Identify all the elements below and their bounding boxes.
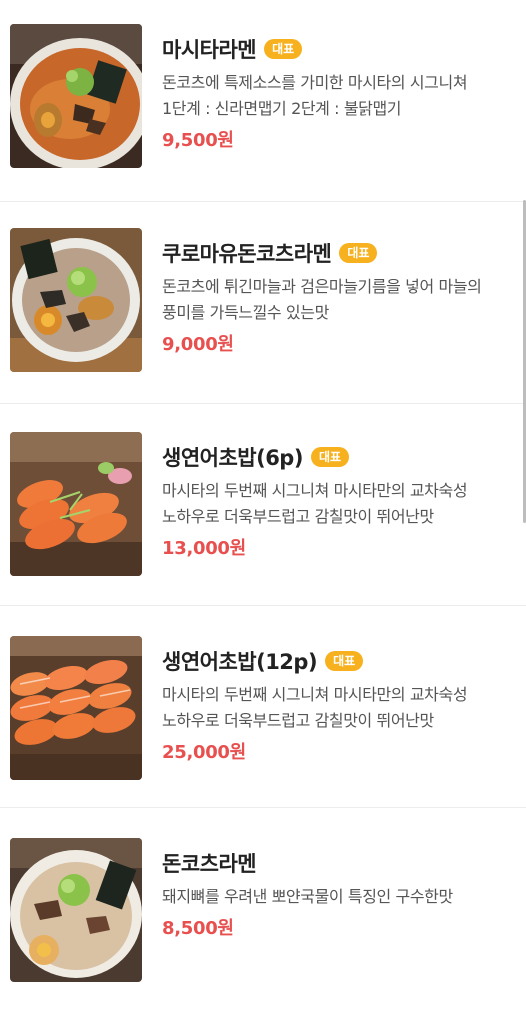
name-row: 돈코츠라멘 (162, 848, 496, 878)
name-row: 쿠로마유돈코츠라멘 대표 (162, 238, 496, 268)
menu-price: 25,000원 (162, 742, 246, 763)
menu-item[interactable]: 마시타라멘 대표 돈코츠에 특제소스를 가미한 마시타의 시그니쳐 1단계 : … (0, 0, 526, 202)
menu-name: 마시타라멘 (162, 38, 257, 62)
signature-badge: 대표 (310, 447, 350, 467)
tonkotsu-ramen-photo (10, 838, 142, 982)
menu-price: 13,000원 (162, 538, 246, 559)
signature-badge: 대표 (339, 243, 378, 263)
salmon-sushi-6p-photo (10, 432, 142, 576)
menu-info: 돈코츠라멘 돼지뼈를 우려낸 뽀얀국물이 특징인 구수한맛 8,500원 (162, 848, 496, 940)
menu-info: 마시타라멘 대표 돈코츠에 특제소스를 가미한 마시타의 시그니쳐 1단계 : … (162, 34, 496, 152)
menu-description: 마시타의 두번째 시그니쳐 마시타만의 교차숙성 노하우로 더욱부드럽고 감칠맛… (162, 481, 468, 526)
menu-price: 9,500원 (162, 130, 234, 151)
menu-description: 돼지뼈를 우려낸 뽀얀국물이 특징인 구수한맛 (162, 887, 453, 906)
salmon-sushi-12p-photo (10, 636, 142, 780)
name-row: 생연어초밥(12p) 대표 (162, 646, 496, 676)
menu-info: 생연어초밥(6p) 대표 마시타의 두번째 시그니쳐 마시타만의 교차숙성 노하… (162, 442, 496, 560)
menu-price: 8,500원 (162, 918, 234, 939)
menu-description: 돈코츠에 특제소스를 가미한 마시타의 시그니쳐 1단계 : 신라면맵기 2단계… (162, 73, 468, 118)
menu-item[interactable]: 쿠로마유돈코츠라멘 대표 돈코츠에 튀긴마늘과 검은마늘기름을 넣어 마늘의 풍… (0, 202, 526, 404)
name-row: 마시타라멘 대표 (162, 34, 496, 64)
menu-name: 생연어초밥(6p) (162, 446, 303, 470)
menu-info: 쿠로마유돈코츠라멘 대표 돈코츠에 튀긴마늘과 검은마늘기름을 넣어 마늘의 풍… (162, 238, 496, 356)
menu-name: 생연어초밥(12p) (162, 650, 318, 674)
menu-item[interactable]: 돈코츠라멘 돼지뼈를 우려낸 뽀얀국물이 특징인 구수한맛 8,500원 (0, 808, 526, 1010)
signature-badge: 대표 (264, 39, 303, 59)
menu-description: 마시타의 두번째 시그니쳐 마시타만의 교차숙성 노하우로 더욱부드럽고 감칠맛… (162, 685, 468, 730)
menu-description: 돈코츠에 튀긴마늘과 검은마늘기름을 넣어 마늘의 풍미를 가득느낄수 있는맛 (162, 277, 482, 322)
menu-name: 돈코츠라멘 (162, 852, 257, 876)
black-garlic-ramen-photo (10, 228, 142, 372)
menu-list: 마시타라멘 대표 돈코츠에 특제소스를 가미한 마시타의 시그니쳐 1단계 : … (0, 0, 526, 1010)
menu-item[interactable]: 생연어초밥(12p) 대표 마시타의 두번째 시그니쳐 마시타만의 교차숙성 노… (0, 606, 526, 808)
menu-info: 생연어초밥(12p) 대표 마시타의 두번째 시그니쳐 마시타만의 교차숙성 노… (162, 646, 496, 764)
menu-price: 9,000원 (162, 334, 234, 355)
menu-name: 쿠로마유돈코츠라멘 (162, 242, 332, 266)
spicy-ramen-photo (10, 24, 142, 168)
signature-badge: 대표 (325, 651, 364, 671)
menu-item[interactable]: 생연어초밥(6p) 대표 마시타의 두번째 시그니쳐 마시타만의 교차숙성 노하… (0, 404, 526, 606)
name-row: 생연어초밥(6p) 대표 (162, 442, 496, 472)
